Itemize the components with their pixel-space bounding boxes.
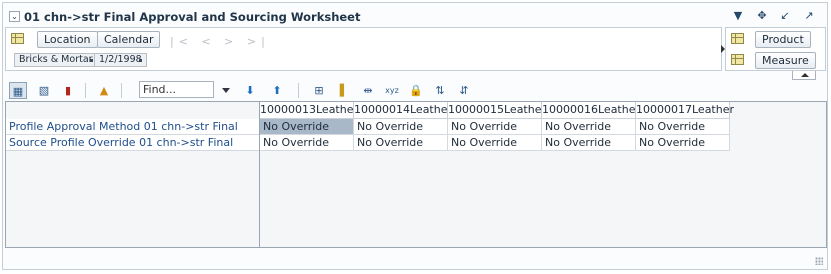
worksheet-title: 01 chn->str Final Approval and Sourcing … xyxy=(24,10,361,24)
move-icon[interactable]: ✥ xyxy=(755,9,769,23)
table-cell[interactable]: No Override xyxy=(354,135,448,151)
column-header[interactable]: 10000016Leather xyxy=(542,102,640,119)
sort-descending-icon[interactable]: ⇵ xyxy=(455,82,473,99)
column-header[interactable]: 10000013Leather xyxy=(260,102,358,119)
column-header[interactable]: 10000017Leather xyxy=(636,102,734,119)
arrow-up-icon[interactable]: ⬆ xyxy=(268,82,286,99)
chart-view-icon[interactable]: ▧ xyxy=(35,82,53,99)
area-chart-icon[interactable]: ▲ xyxy=(95,82,113,99)
table-cell[interactable]: No Override xyxy=(448,135,542,151)
dimension-grid-icon xyxy=(11,33,24,44)
location-button[interactable]: Location xyxy=(37,31,98,48)
worksheet-panel: ⌄ 01 chn->str Final Approval and Sourcin… xyxy=(2,2,828,270)
row-header[interactable]: Source Profile Override 01 chn->str Fina… xyxy=(6,135,260,151)
separator-dot xyxy=(90,59,93,62)
split-view-icon[interactable]: ⇹ xyxy=(359,82,377,99)
row-header-pane: Profile Approval Method 01 chn->str Fina… xyxy=(5,101,260,248)
table-cell[interactable]: No Override xyxy=(542,119,636,135)
table-cell[interactable]: No Override xyxy=(448,119,542,135)
shrink-icon[interactable]: ↙ xyxy=(778,9,792,23)
bar-chart-icon[interactable]: ▮ xyxy=(59,82,77,99)
bookmark-icon[interactable]: ▌ xyxy=(335,82,353,99)
grid-view-icon[interactable]: ▦ xyxy=(9,82,27,99)
measure-button[interactable]: Measure xyxy=(755,52,816,69)
data-pane: 10000013Leather 10000014Leather 10000015… xyxy=(259,101,827,248)
lock-icon[interactable]: 🔒 xyxy=(407,82,425,99)
sort-ascending-icon[interactable]: ⇅ xyxy=(431,82,449,99)
table-cell[interactable]: No Override xyxy=(542,135,636,151)
pov-bar: Location Calendar |< < > >| Bricks & Mor… xyxy=(5,27,722,71)
table-cell[interactable]: No Override xyxy=(260,135,354,151)
dimension-grid-icon xyxy=(731,54,744,65)
xyz-icon[interactable]: xyz xyxy=(383,82,401,99)
column-header[interactable]: 10000014Leather xyxy=(354,102,452,119)
chevron-down-icon[interactable]: ▼ xyxy=(731,9,745,23)
resize-grip-icon[interactable] xyxy=(815,257,823,265)
dimension-grid-icon xyxy=(731,33,744,44)
pov-navigation-icons: |< < > >| xyxy=(170,35,270,48)
location-value[interactable]: Bricks & Mortar xyxy=(14,53,98,67)
column-header[interactable]: 10000015Leather xyxy=(448,102,546,119)
table-cell[interactable]: No Override xyxy=(354,119,448,135)
collapse-toggle-icon[interactable]: ⌄ xyxy=(9,11,20,22)
product-button[interactable]: Product xyxy=(755,31,811,48)
toolbar: ▦ ▧ ▮ ▲ Find... ⬇ ⬆ ⊞ ▌ ⇹ xyz 🔒 ⇅ ⇵ xyxy=(3,79,827,101)
calendar-button[interactable]: Calendar xyxy=(97,31,161,48)
worksheet-header: ⌄ 01 chn->str Final Approval and Sourcin… xyxy=(3,3,827,27)
expand-icon[interactable]: ↗ xyxy=(802,9,816,23)
table-cell[interactable]: No Override xyxy=(636,135,730,151)
select-rows-icon[interactable]: ⊞ xyxy=(310,82,328,99)
table-cell[interactable]: No Override xyxy=(636,119,730,135)
pov-right-bar: Product Measure xyxy=(725,27,826,71)
separator-dot xyxy=(139,59,142,62)
table-cell[interactable]: No Override xyxy=(260,119,354,135)
row-header[interactable]: Profile Approval Method 01 chn->str Fina… xyxy=(6,119,260,135)
find-input[interactable]: Find... xyxy=(139,81,214,98)
find-dropdown-icon[interactable] xyxy=(222,88,230,93)
arrow-down-icon[interactable]: ⬇ xyxy=(241,82,259,99)
